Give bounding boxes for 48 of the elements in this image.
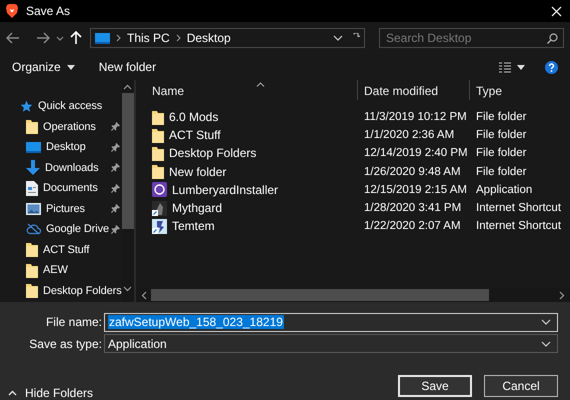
- file-type-dropdown[interactable]: Application: [104, 334, 558, 354]
- sidebar-item[interactable]: Google Drive: [0, 219, 122, 240]
- type-cell-text: Internet Shortcut: [475, 220, 562, 232]
- sidebar-item[interactable]: Desktop Folders: [0, 280, 122, 301]
- sidebar-item[interactable]: ACT Stuff: [0, 240, 122, 260]
- type-cell-text: Application: [475, 184, 534, 196]
- date-cell-text: 1/28/2020 3:41 PM: [363, 202, 462, 214]
- organize-button[interactable]: Organize: [12, 60, 75, 74]
- file-name[interactable]: LumberyardInstaller: [172, 182, 278, 197]
- date-cell-text: 1/1/2020 2:36 AM: [363, 129, 456, 142]
- column-header[interactable]: Date modified: [358, 80, 470, 100]
- date-cell-text: 1/26/2020 9:48 AM: [363, 166, 462, 178]
- sidebar-item[interactable]: Downloads: [0, 158, 122, 178]
- save-button[interactable]: Save: [398, 375, 472, 397]
- file-name[interactable]: Temtem: [172, 219, 215, 234]
- date-cell-text: 12/15/2019 2:15 AM: [363, 184, 468, 196]
- hide-folders-button[interactable]: Hide Folders: [8, 386, 94, 400]
- date-cell-text: 11/3/2019 10:12 PM: [363, 111, 468, 124]
- search-field[interactable]: Search Desktop: [379, 28, 564, 48]
- address-bar[interactable]: This PC Desktop: [90, 28, 365, 48]
- field-label: Save as type:: [28, 336, 103, 351]
- file-name[interactable]: Mythgard: [172, 201, 222, 216]
- type-cell-text: Internet Shortcut: [475, 202, 562, 214]
- type-cell-text: File folder: [475, 166, 528, 178]
- file-name-field[interactable]: zafwSetupWeb_158_023_18219: [104, 312, 558, 332]
- sidebar-item[interactable]: AEW: [0, 260, 122, 280]
- type-cell-text: File folder: [475, 129, 528, 142]
- breadcrumb[interactable]: This PC: [127, 31, 170, 45]
- type-cell-text: File folder: [475, 147, 528, 160]
- field-label: File name:: [44, 315, 103, 330]
- file-name[interactable]: ACT Stuff: [169, 128, 221, 142]
- file-name[interactable]: New folder: [169, 164, 226, 179]
- sidebar-item[interactable]: Quick access: [0, 96, 122, 116]
- date-cell-text: 1/22/2020 2:07 AM: [363, 220, 462, 232]
- column-header[interactable]: Name: [136, 80, 358, 100]
- sidebar-item[interactable]: Pictures: [0, 198, 122, 219]
- file-name[interactable]: Desktop Folders: [169, 146, 256, 160]
- window-title: Save As: [26, 4, 72, 18]
- type-cell-text: File folder: [475, 111, 528, 124]
- sidebar-item[interactable]: Documents: [0, 178, 122, 198]
- sidebar-item[interactable]: Desktop: [0, 137, 122, 158]
- sidebar-item[interactable]: Operations: [0, 116, 122, 137]
- column-header[interactable]: Type: [470, 80, 570, 100]
- file-name[interactable]: 6.0 Mods: [169, 110, 218, 124]
- breadcrumb[interactable]: Desktop: [186, 31, 231, 45]
- date-cell-text: 12/14/2019 2:40 PM: [363, 147, 469, 160]
- new-folder-button[interactable]: New folder: [98, 60, 156, 74]
- cancel-button[interactable]: Cancel: [484, 375, 558, 397]
